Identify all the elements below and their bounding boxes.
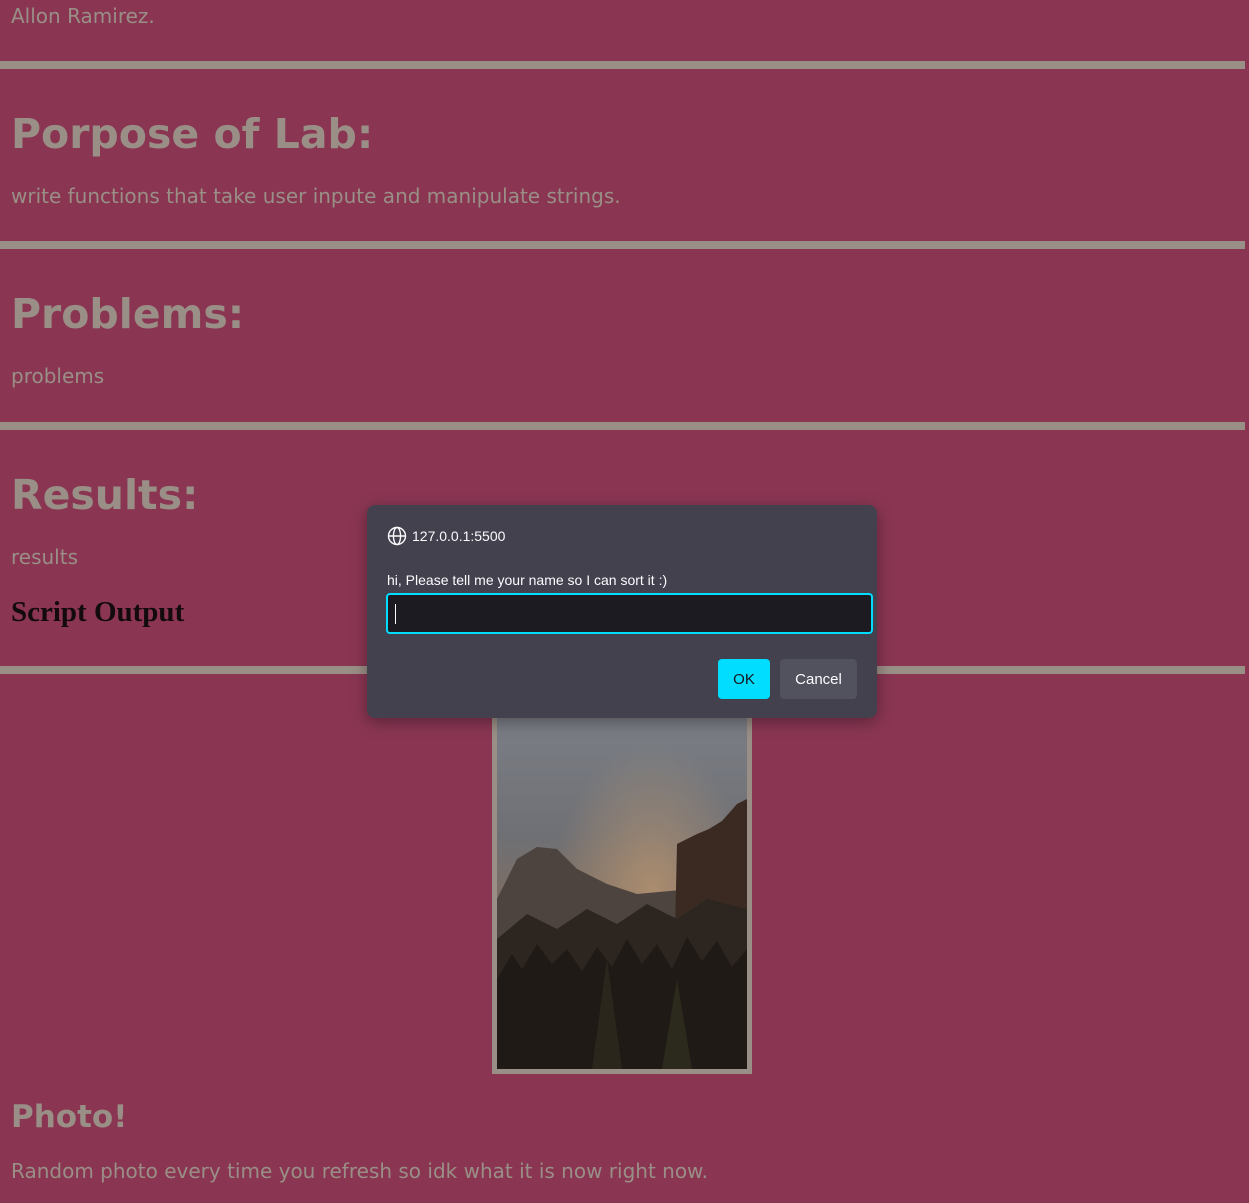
- section-divider: [0, 422, 1245, 430]
- results-heading: Results:: [11, 471, 199, 519]
- section-divider: [0, 241, 1245, 249]
- photo-frame: [492, 704, 752, 1074]
- text-caret: [395, 604, 396, 624]
- globe-icon: [387, 526, 407, 546]
- landscape-photo-graphic: [497, 709, 747, 1069]
- prompt-dialog: 127.0.0.1:5500 hi, Please tell me your n…: [367, 505, 877, 718]
- author-line: Allon Ramirez.: [11, 4, 155, 28]
- dialog-message: hi, Please tell me your name so I can so…: [387, 572, 668, 588]
- section-divider: [0, 61, 1245, 69]
- problems-heading: Problems:: [11, 290, 245, 338]
- photo-text: Random photo every time you refresh so i…: [11, 1159, 708, 1183]
- cancel-button[interactable]: Cancel: [780, 659, 857, 699]
- dialog-origin: 127.0.0.1:5500: [387, 526, 505, 546]
- random-photo: [497, 709, 747, 1069]
- problems-text: problems: [11, 364, 105, 388]
- name-input[interactable]: [386, 593, 873, 634]
- dialog-origin-text: 127.0.0.1:5500: [412, 528, 506, 544]
- script-output-heading: Script Output: [11, 596, 185, 628]
- photo-heading: Photo!: [11, 1099, 128, 1135]
- purpose-heading: Porpose of Lab:: [11, 110, 374, 158]
- purpose-text: write functions that take user inpute an…: [11, 184, 621, 208]
- results-text: results: [11, 545, 79, 569]
- ok-button[interactable]: OK: [718, 659, 770, 699]
